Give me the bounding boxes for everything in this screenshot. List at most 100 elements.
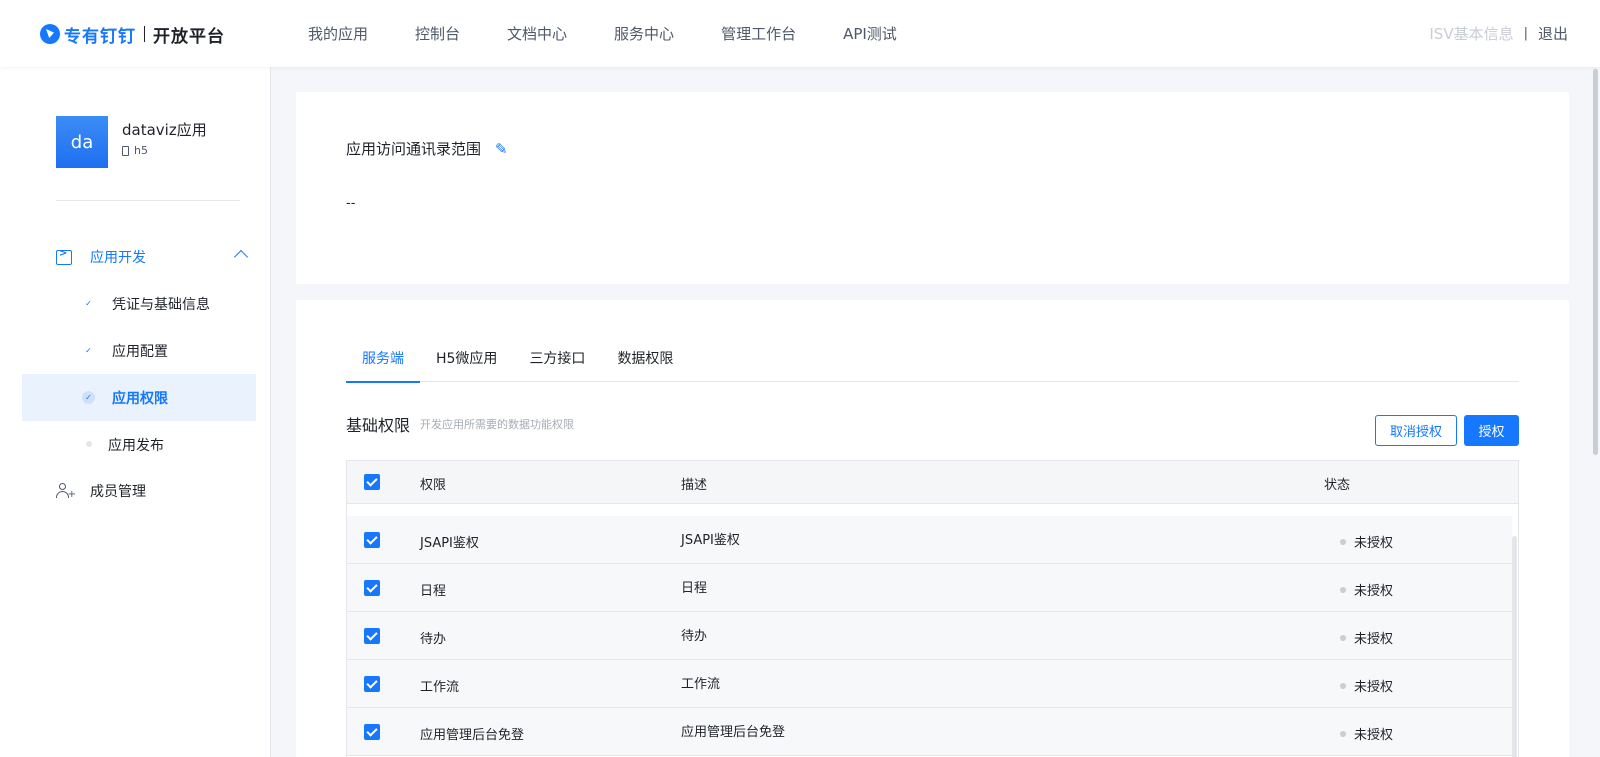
permissions-table: 权限 描述 状态 JSAPI鉴权 JSAPI鉴权 未授权 日程 日程 未授权 待… — [346, 460, 1519, 757]
contact-scope-card: 应用访问通讯录范围 ✎ -- — [296, 92, 1569, 284]
menu-group-label: 应用开发 — [90, 250, 146, 266]
logout-link[interactable]: 退出 — [1538, 23, 1568, 44]
app-type: h5 — [122, 144, 148, 157]
nav-my-apps[interactable]: 我的应用 — [308, 23, 368, 44]
nav-divider: | — [1523, 26, 1528, 41]
permission-desc: 应用管理后台免登 — [681, 725, 786, 740]
status-dot-icon — [1340, 634, 1346, 641]
select-all-checkbox[interactable] — [364, 474, 380, 490]
page-scrollbar-thumb[interactable] — [1593, 69, 1598, 455]
dingtalk-logo-icon — [40, 24, 60, 44]
sidebar-item-label: 成员管理 — [90, 484, 146, 500]
tab-h5-app[interactable]: H5微应用 — [420, 344, 513, 382]
status-label: 未授权 — [1354, 584, 1394, 599]
permission-name: 待办 — [420, 632, 447, 647]
menu-group-app-dev[interactable]: 应用开发 — [56, 245, 249, 269]
app-name: dataviz应用 — [122, 121, 207, 139]
tab-data-permissions[interactable]: 数据权限 — [601, 344, 689, 382]
column-header-description: 描述 — [681, 478, 708, 493]
permission-tabs: 服务端 H5微应用 三方接口 数据权限 — [346, 344, 1519, 383]
permission-name: 工作流 — [420, 680, 460, 695]
permission-name: 应用管理后台免登 — [420, 728, 525, 743]
status-dot-icon — [1340, 730, 1346, 737]
status-label: 未授权 — [1354, 632, 1394, 647]
sidebar-item-publish[interactable]: 应用发布 — [22, 421, 256, 468]
tab-third-party[interactable]: 三方接口 — [513, 344, 601, 382]
row-checkbox[interactable] — [364, 628, 380, 644]
table-row[interactable]: 待办 待办 未授权 — [347, 612, 1512, 660]
status-dot-icon — [1340, 586, 1346, 593]
status-badge: 未授权 — [1340, 532, 1393, 551]
revoke-button[interactable]: 取消授权 — [1375, 415, 1457, 446]
page-scrollbar[interactable] — [1591, 67, 1600, 757]
table-row[interactable]: JSAPI鉴权 JSAPI鉴权 未授权 — [347, 516, 1512, 564]
check-icon: ✓ — [85, 299, 92, 308]
nav-console[interactable]: 控制台 — [415, 23, 460, 44]
sidebar-item-config[interactable]: ✓ 应用配置 — [22, 327, 256, 374]
add-user-icon: + — [56, 483, 76, 500]
row-checkbox[interactable] — [364, 676, 380, 692]
column-header-status: 状态 — [1324, 478, 1351, 493]
scope-value: -- — [346, 196, 356, 211]
check-icon: ✓ — [82, 391, 95, 404]
section-description: 开发应用所需要的数据功能权限 — [420, 418, 574, 431]
status-label: 未授权 — [1354, 536, 1394, 551]
row-checkbox[interactable] — [364, 724, 380, 740]
app-avatar: da — [56, 116, 108, 168]
table-row[interactable]: 工作流 工作流 未授权 — [347, 660, 1512, 708]
table-row[interactable]: 应用管理后台免登 应用管理后台免登 未授权 — [347, 708, 1512, 756]
permission-desc: 日程 — [681, 581, 708, 596]
logo-brand: 专有钉钉 — [64, 26, 136, 47]
sidebar-item-credentials[interactable]: ✓ 凭证与基础信息 — [22, 280, 256, 327]
column-header-permission: 权限 — [420, 478, 447, 493]
status-label: 未授权 — [1354, 728, 1394, 743]
mobile-icon — [122, 145, 129, 156]
app-type-label: h5 — [134, 144, 148, 157]
status-badge: 未授权 — [1340, 724, 1393, 743]
logo[interactable]: 专有钉钉 开放平台 — [40, 22, 225, 47]
row-checkbox[interactable] — [364, 580, 380, 596]
terminal-icon — [56, 248, 72, 265]
edit-icon[interactable]: ✎ — [495, 140, 508, 158]
status-badge: 未授权 — [1340, 676, 1393, 695]
permissions-card: 服务端 H5微应用 三方接口 数据权限 基础权限 开发应用所需要的数据功能权限 … — [296, 300, 1569, 757]
logo-divider — [144, 26, 145, 42]
scope-title: 应用访问通讯录范围 — [346, 140, 482, 158]
permission-desc: JSAPI鉴权 — [681, 533, 740, 548]
sidebar: da dataviz应用 h5 应用开发 ✓ 凭证与基础信息 ✓ 应用配置 ✓ … — [0, 67, 271, 757]
permission-name: JSAPI鉴权 — [420, 536, 479, 551]
sidebar-item-label: 应用配置 — [112, 343, 168, 360]
nav-right: ISV基本信息 | 退出 — [1429, 0, 1568, 67]
check-icon: ✓ — [85, 346, 92, 355]
top-navbar: 专有钉钉 开放平台 我的应用 控制台 文档中心 服务中心 管理工作台 API测试… — [0, 0, 1600, 67]
section-title: 基础权限 — [346, 416, 411, 435]
row-checkbox[interactable] — [364, 532, 380, 548]
sidebar-item-label: 应用权限 — [112, 390, 168, 407]
table-header: 权限 描述 状态 — [347, 461, 1518, 504]
logo-subtitle: 开放平台 — [153, 26, 225, 47]
authorize-button[interactable]: 授权 — [1464, 415, 1519, 446]
permission-desc: 工作流 — [681, 677, 721, 692]
nav-service[interactable]: 服务中心 — [614, 23, 674, 44]
nav-admin[interactable]: 管理工作台 — [721, 23, 796, 44]
nav-api-test[interactable]: API测试 — [843, 23, 897, 44]
sidebar-item-members[interactable]: + 成员管理 — [56, 481, 146, 501]
table-row[interactable]: 日程 日程 未授权 — [347, 564, 1512, 612]
scope-title-row: 应用访问通讯录范围 ✎ — [346, 138, 508, 159]
status-dot-icon — [1340, 538, 1346, 545]
isv-info-link[interactable]: ISV基本信息 — [1429, 23, 1513, 44]
main-nav: 我的应用 控制台 文档中心 服务中心 管理工作台 API测试 — [308, 0, 897, 67]
tab-server[interactable]: 服务端 — [346, 344, 420, 383]
chevron-up-icon[interactable] — [233, 249, 249, 265]
status-dot-icon — [1340, 682, 1346, 689]
table-scrollbar[interactable] — [1512, 536, 1517, 757]
permission-name: 日程 — [420, 584, 447, 599]
sidebar-item-permissions[interactable]: ✓ 应用权限 — [22, 374, 256, 421]
nav-docs[interactable]: 文档中心 — [507, 23, 567, 44]
status-badge: 未授权 — [1340, 628, 1393, 647]
pending-dot-icon — [86, 441, 92, 447]
sidebar-item-label: 应用发布 — [108, 437, 164, 454]
status-label: 未授权 — [1354, 680, 1394, 695]
status-badge: 未授权 — [1340, 580, 1393, 599]
permission-desc: 待办 — [681, 629, 708, 644]
